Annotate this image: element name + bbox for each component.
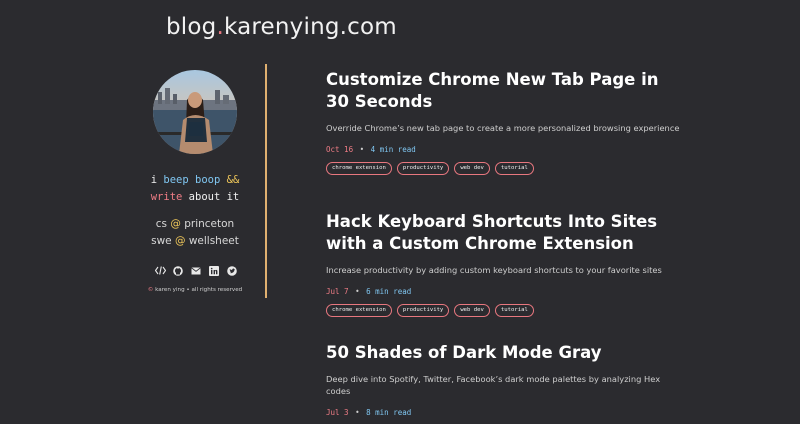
post-date: Jul 7 [326,287,349,296]
tag-productivity[interactable]: productivity [396,304,450,317]
meta-separator: • [355,408,360,417]
post-card: Hack Keyboard Shortcuts Into Sites with … [326,211,686,317]
role-at: @ [170,218,181,230]
tag-web-dev[interactable]: web dev [454,304,490,317]
role-line: swe @ wellsheet [130,233,260,250]
tag-chrome-extension[interactable]: chrome extension [326,162,392,175]
post-read-time: 6 min read [366,287,412,296]
post-description: Deep dive into Spotify, Twitter, Faceboo… [326,374,661,396]
post-card: Customize Chrome New Tab Page in 30 Seco… [326,69,686,175]
tagline-word: it [226,191,240,203]
tagline-keyword: boop [195,174,221,186]
copyright: © karen ying • all rights reserved [130,287,260,293]
post-title-link[interactable]: 50 Shades of Dark Mode Gray [326,342,686,364]
post-tags: chrome extension productivity web dev tu… [326,304,686,317]
tag-chrome-extension[interactable]: chrome extension [326,304,392,317]
github-icon[interactable] [173,265,184,276]
tag-productivity[interactable]: productivity [396,162,450,175]
post-read-time: 8 min read [366,408,412,417]
linkedin-icon[interactable] [208,265,219,276]
post-meta: Jul 3 • 8 min read [326,408,686,417]
site-title-main: blog [166,14,217,40]
copyright-symbol: © [147,287,154,293]
role-line: cs @ princeton [130,216,260,233]
post-date: Jul 3 [326,408,349,417]
tagline-word: i [150,174,158,186]
post-card: 50 Shades of Dark Mode Gray Deep dive in… [326,342,686,417]
code-icon[interactable] [155,265,166,276]
role-prefix: cs [155,218,168,230]
role-prefix: swe [151,235,172,247]
role-org: wellsheet [188,235,239,247]
tagline-word: about [188,191,221,203]
email-icon[interactable] [191,265,202,276]
post-date: Oct 16 [326,145,354,154]
role-at: @ [174,235,186,247]
meta-separator: • [355,287,360,296]
post-tags: chrome extension productivity web dev tu… [326,162,686,175]
post-description: Increase productivity by adding custom k… [326,265,662,275]
tagline: i beep boop && write about it [130,172,260,206]
avatar [153,70,237,154]
tagline-operator: && [226,174,240,186]
tagline-keyword: beep [163,174,189,186]
post-title-link[interactable]: Customize Chrome New Tab Page in 30 Seco… [326,69,686,113]
post-meta: Jul 7 • 6 min read [326,287,686,296]
role-org: princeton [184,218,235,230]
post-meta: Oct 16 • 4 min read [326,145,686,154]
tagline-keyword: write [150,191,183,203]
site-title-dot: . [216,14,224,40]
social-links [155,265,237,276]
post-read-time: 4 min read [370,145,416,154]
meta-separator: • [359,145,365,154]
post-description: Override Chrome’s new tab page to create… [326,123,680,133]
sidebar-divider [265,64,267,298]
tag-tutorial[interactable]: tutorial [494,162,534,175]
roles: cs @ princeton swe @ wellsheet [130,216,260,250]
site-title[interactable]: blog.karenying.com [166,14,397,40]
twitter-icon[interactable] [226,265,237,276]
tag-tutorial[interactable]: tutorial [494,304,534,317]
site-title-rest: karenying.com [223,14,397,40]
copyright-text: karen ying • all rights reserved [155,287,243,293]
post-title-link[interactable]: Hack Keyboard Shortcuts Into Sites with … [326,211,686,255]
tag-web-dev[interactable]: web dev [454,162,490,175]
